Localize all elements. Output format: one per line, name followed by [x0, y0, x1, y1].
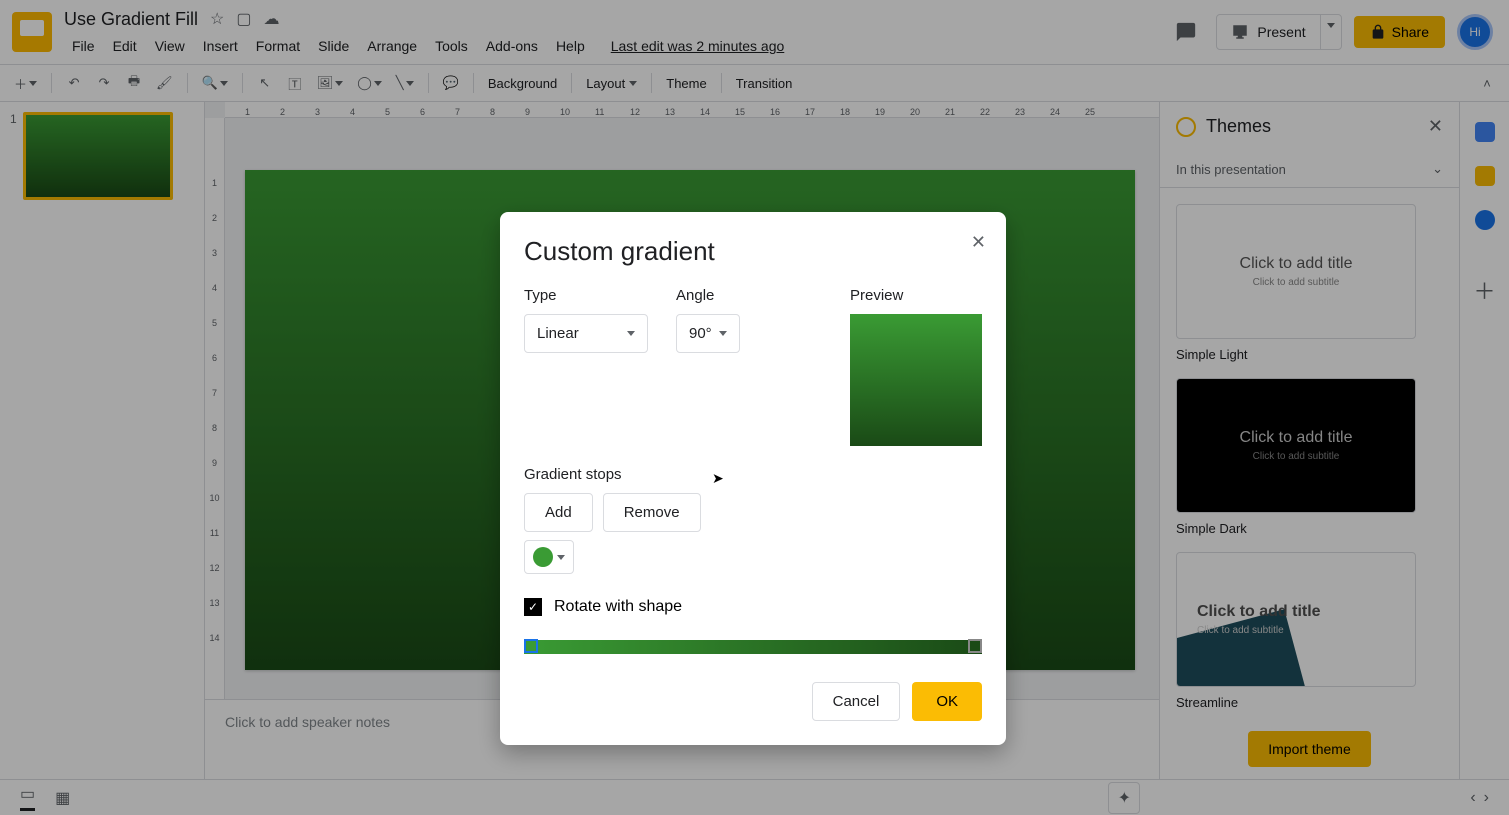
type-select[interactable]: Linear: [524, 314, 648, 353]
angle-select[interactable]: 90°: [676, 314, 740, 353]
ok-button[interactable]: OK: [912, 682, 982, 721]
stop-color-picker[interactable]: [524, 540, 574, 574]
preview-label: Preview: [850, 287, 982, 304]
stops-row: Add Remove: [524, 493, 982, 532]
dialog-title: Custom gradient: [524, 236, 982, 267]
dialog-actions: Cancel OK: [524, 682, 982, 721]
add-stop-button[interactable]: Add: [524, 493, 593, 532]
rotate-row: ✓ Rotate with shape: [524, 598, 982, 616]
color-swatch-icon: [533, 547, 553, 567]
dialog-close-button[interactable]: ✕: [971, 232, 986, 253]
remove-stop-button[interactable]: Remove: [603, 493, 701, 532]
rotate-checkbox[interactable]: ✓: [524, 598, 542, 616]
dialog-row: Type Linear Angle 90° Preview: [524, 287, 982, 446]
preview-column: Preview: [850, 287, 982, 446]
type-column: Type Linear: [524, 287, 648, 446]
stops-label: Gradient stops: [524, 466, 982, 483]
chevron-down-icon: [557, 555, 565, 560]
type-value: Linear: [537, 325, 579, 342]
gradient-stop-handle[interactable]: [968, 639, 982, 653]
gradient-stop-handle[interactable]: [524, 639, 538, 653]
angle-label: Angle: [676, 287, 740, 304]
angle-value: 90°: [689, 325, 712, 342]
chevron-down-icon: [627, 331, 635, 336]
theme-card-title: Click to add title: [1197, 603, 1321, 621]
angle-column: Angle 90°: [676, 287, 740, 446]
gradient-preview: [850, 314, 982, 446]
type-label: Type: [524, 287, 648, 304]
theme-card-sub: Click to add subtitle: [1197, 625, 1284, 636]
custom-gradient-dialog: Custom gradient ✕ Type Linear Angle 90° …: [500, 212, 1006, 745]
chevron-down-icon: [719, 331, 727, 336]
cancel-button[interactable]: Cancel: [812, 682, 901, 721]
gradient-slider[interactable]: [524, 640, 982, 654]
rotate-label: Rotate with shape: [554, 598, 682, 616]
